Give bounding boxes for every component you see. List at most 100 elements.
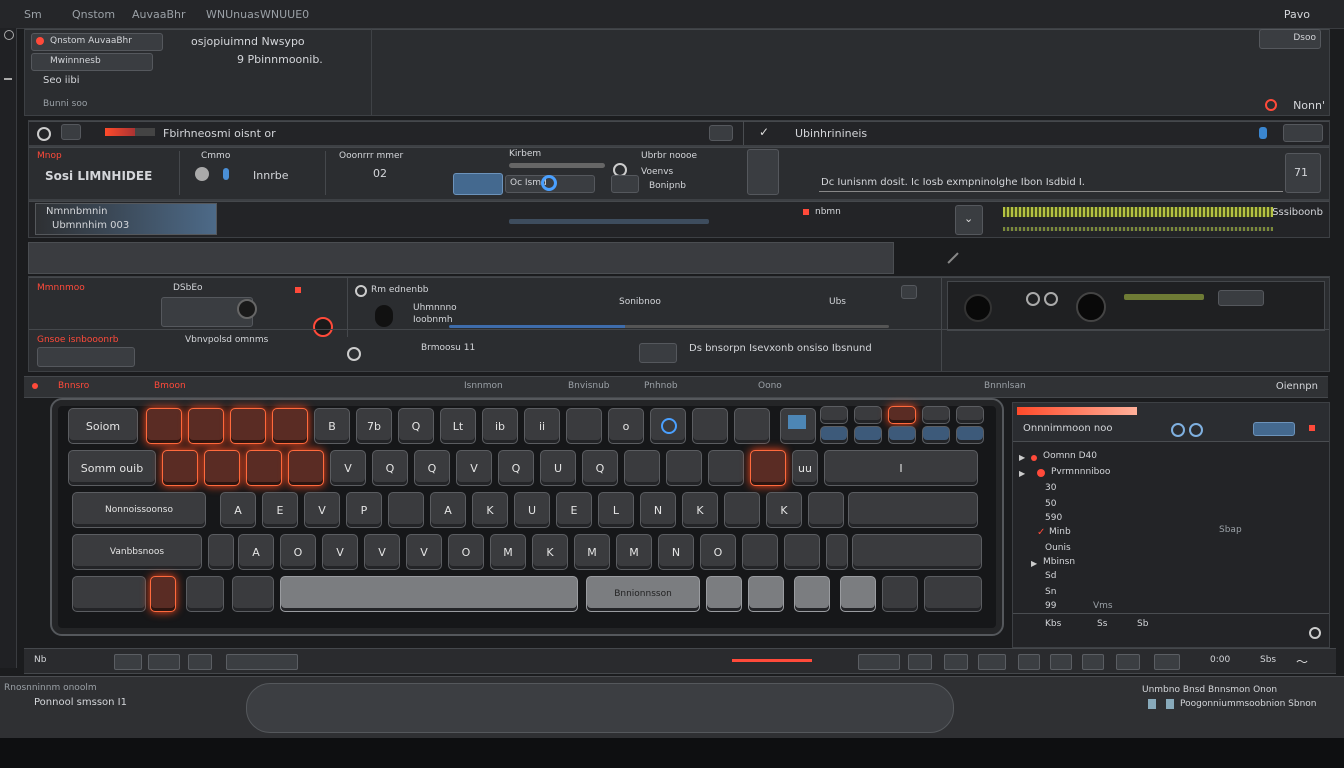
key[interactable] xyxy=(186,576,224,612)
key[interactable]: O xyxy=(448,534,484,570)
key[interactable] xyxy=(882,576,918,612)
toolbar-button[interactable] xyxy=(858,654,900,670)
key[interactable]: V xyxy=(322,534,358,570)
tool-icon[interactable] xyxy=(4,78,12,80)
blue-toggle-icon[interactable] xyxy=(1259,127,1267,139)
key[interactable] xyxy=(820,406,848,424)
key[interactable] xyxy=(150,576,176,612)
key[interactable] xyxy=(784,534,820,570)
key[interactable]: Lt xyxy=(440,408,476,444)
key[interactable]: P xyxy=(346,492,382,528)
sidebar-item[interactable]: Minb xyxy=(1049,527,1071,537)
menu-item-1[interactable]: Sm xyxy=(24,8,42,21)
key[interactable]: Vanbbsnoos xyxy=(72,534,202,570)
knob-control[interactable] xyxy=(237,299,257,319)
power-icon[interactable] xyxy=(347,347,361,361)
toggle-button[interactable] xyxy=(61,124,81,140)
wave-icon[interactable]: 〜 xyxy=(1296,653,1308,670)
sidebar-item[interactable]: Sd xyxy=(1045,571,1056,581)
key[interactable] xyxy=(848,492,978,528)
toolbar-button[interactable] xyxy=(944,654,968,670)
key[interactable] xyxy=(272,408,308,444)
key[interactable]: O xyxy=(280,534,316,570)
knob-control[interactable] xyxy=(1076,292,1106,322)
key[interactable] xyxy=(742,534,778,570)
key[interactable] xyxy=(208,534,234,570)
key[interactable] xyxy=(750,450,786,486)
view-button[interactable] xyxy=(1283,124,1323,142)
key[interactable]: E xyxy=(556,492,592,528)
key[interactable]: K xyxy=(682,492,718,528)
key[interactable] xyxy=(922,426,950,444)
key[interactable]: K xyxy=(472,492,508,528)
key[interactable] xyxy=(794,576,830,612)
power-icon[interactable] xyxy=(37,127,51,141)
key[interactable]: Q xyxy=(414,450,450,486)
knob-control[interactable] xyxy=(313,317,333,337)
mic-icon[interactable] xyxy=(223,168,229,180)
key[interactable]: M xyxy=(616,534,652,570)
link-button[interactable] xyxy=(709,125,733,141)
target-icon[interactable] xyxy=(541,175,557,191)
key[interactable] xyxy=(734,408,770,444)
menu-right-label[interactable]: Pavo xyxy=(1284,8,1310,21)
arrow-button[interactable]: ⌄ xyxy=(955,205,983,235)
key[interactable] xyxy=(146,408,182,444)
key[interactable]: A xyxy=(430,492,466,528)
key[interactable]: Q xyxy=(398,408,434,444)
knob-control[interactable] xyxy=(1044,292,1058,306)
key[interactable]: Somm ouib xyxy=(68,450,156,486)
key[interactable] xyxy=(288,450,324,486)
key[interactable]: Bnnionnsson xyxy=(586,576,700,612)
expand-arrow-icon[interactable]: ▶ xyxy=(1019,453,1025,462)
key[interactable] xyxy=(72,576,146,612)
square-button[interactable] xyxy=(747,149,779,195)
key[interactable] xyxy=(854,406,882,424)
key[interactable] xyxy=(826,534,848,570)
key[interactable]: 7b xyxy=(356,408,392,444)
slider-track[interactable] xyxy=(509,163,605,168)
thumb-box[interactable]: Nmnnbmnin Ubmnnhim 003 xyxy=(35,203,217,235)
power-icon[interactable] xyxy=(355,285,367,297)
key[interactable]: N xyxy=(658,534,694,570)
sidebar-item[interactable]: Pvrmnnniboo xyxy=(1051,467,1110,477)
key[interactable]: I xyxy=(824,450,978,486)
knob-control[interactable] xyxy=(375,305,393,327)
mode-button[interactable] xyxy=(611,175,639,193)
key[interactable]: A xyxy=(220,492,256,528)
key[interactable]: E xyxy=(262,492,298,528)
project-button[interactable]: Qnstom AuvaaBhr xyxy=(31,33,163,51)
key[interactable] xyxy=(666,450,702,486)
key[interactable]: Soiom xyxy=(68,408,138,444)
menu-item-4[interactable]: WNUnuas xyxy=(206,8,260,21)
sidebar-item[interactable]: 590 xyxy=(1045,513,1062,523)
top-right-field[interactable]: Dsoo xyxy=(1259,29,1321,49)
toolbar-button[interactable] xyxy=(908,654,932,670)
key[interactable] xyxy=(724,492,760,528)
sidebar-item[interactable]: 99 xyxy=(1045,601,1056,611)
menu-item-3[interactable]: AuvaaBhr xyxy=(132,8,186,21)
footer-scrollbar[interactable] xyxy=(246,683,954,733)
key[interactable]: V xyxy=(304,492,340,528)
toolbar-button[interactable] xyxy=(188,654,212,670)
fx-toggle[interactable] xyxy=(639,343,677,363)
key[interactable]: Q xyxy=(582,450,618,486)
key[interactable] xyxy=(650,408,686,444)
key[interactable] xyxy=(692,408,728,444)
toolbar-button[interactable] xyxy=(1082,654,1104,670)
expand-arrow-icon[interactable]: ▶ xyxy=(1031,559,1037,568)
key[interactable]: L xyxy=(598,492,634,528)
key[interactable]: Q xyxy=(372,450,408,486)
sidebar-item[interactable]: Sn xyxy=(1045,587,1056,597)
key[interactable] xyxy=(956,406,984,424)
menu-item-5[interactable]: WNUUE0 xyxy=(260,8,309,21)
sidebar-item[interactable]: 50 xyxy=(1045,499,1056,509)
key[interactable] xyxy=(924,576,982,612)
key[interactable] xyxy=(854,426,882,444)
key[interactable] xyxy=(204,450,240,486)
toolbar-button[interactable] xyxy=(1116,654,1140,670)
power-icon[interactable] xyxy=(1309,627,1321,639)
timeline-handle[interactable] xyxy=(947,252,969,274)
key[interactable] xyxy=(624,450,660,486)
key[interactable]: O xyxy=(700,534,736,570)
